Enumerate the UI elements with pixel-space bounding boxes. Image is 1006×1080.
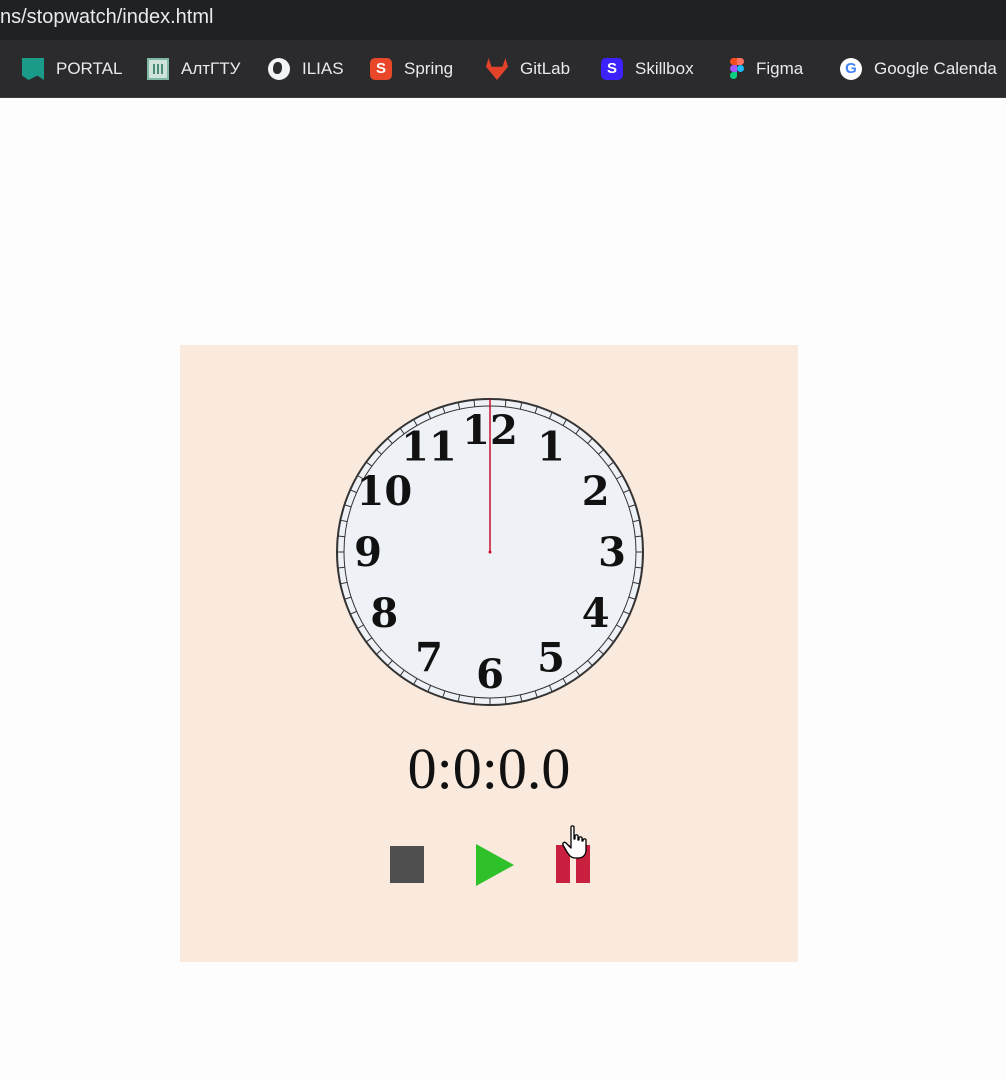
clock-numeral: 4 [582,590,610,637]
gitlab-icon [486,58,508,80]
bookmarks-bar: PORTAL АлтГТУ ILIAS S Spring GitLab S Sk… [0,40,1006,98]
bookmark-gitlab[interactable]: GitLab [486,56,570,82]
clock-numeral: 10 [357,468,413,515]
bookmark-label: PORTAL [56,59,123,78]
bookmark-ilias[interactable]: ILIAS [268,56,344,82]
url-text[interactable]: ns/stopwatch/index.html [0,6,213,29]
bookmark-label: Figma [756,59,804,78]
bookmark-label: АлтГТУ [181,59,241,78]
bookmark-label: ILIAS [302,59,344,78]
stopwatch-card: 12 1 2 3 4 5 6 7 8 9 10 11 0:0:0.0 [180,345,798,962]
bookmark-figma[interactable]: Figma [730,56,803,82]
bookmark-altgtu[interactable]: АлтГТУ [147,56,240,82]
spring-icon: S [370,58,392,80]
clock-numeral: 3 [598,529,626,576]
bookmark-label: Google Calenda [874,59,997,78]
skillbox-icon: S [601,58,623,80]
bookmark-google-calendar[interactable]: G Google Calenda [840,56,997,82]
google-icon: G [840,58,862,80]
clock-numeral: 5 [537,635,565,682]
address-bar[interactable]: ns/stopwatch/index.html [0,0,1006,40]
clock-numeral: 9 [354,529,382,576]
clock-numeral: 11 [401,423,457,470]
clock-face: 12 1234567891011 [336,398,644,706]
hand-cursor-icon [562,825,587,859]
bookmark-portal[interactable]: PORTAL [22,56,122,82]
bookmark-label: GitLab [520,59,571,78]
bookmark-skillbox[interactable]: S Skillbox [601,56,694,82]
clock-numeral: 8 [370,590,398,637]
time-display: 0:0:0.0 [407,736,571,801]
bookmark-spring[interactable]: S Spring [370,56,453,82]
bookmark-label: Spring [404,59,454,78]
play-button[interactable] [476,844,514,886]
clock-numeral: 6 [476,651,504,698]
bookmark-label: Skillbox [635,59,694,78]
clock-numeral: 2 [582,468,610,515]
figma-icon [730,58,744,80]
clock-numeral: 1 [537,423,565,470]
portal-icon [22,58,44,80]
stop-button[interactable] [390,846,424,883]
clock-numeral: 7 [415,635,443,682]
globe-icon [268,58,290,80]
clock-center [488,550,492,554]
altgtu-icon [147,58,169,80]
